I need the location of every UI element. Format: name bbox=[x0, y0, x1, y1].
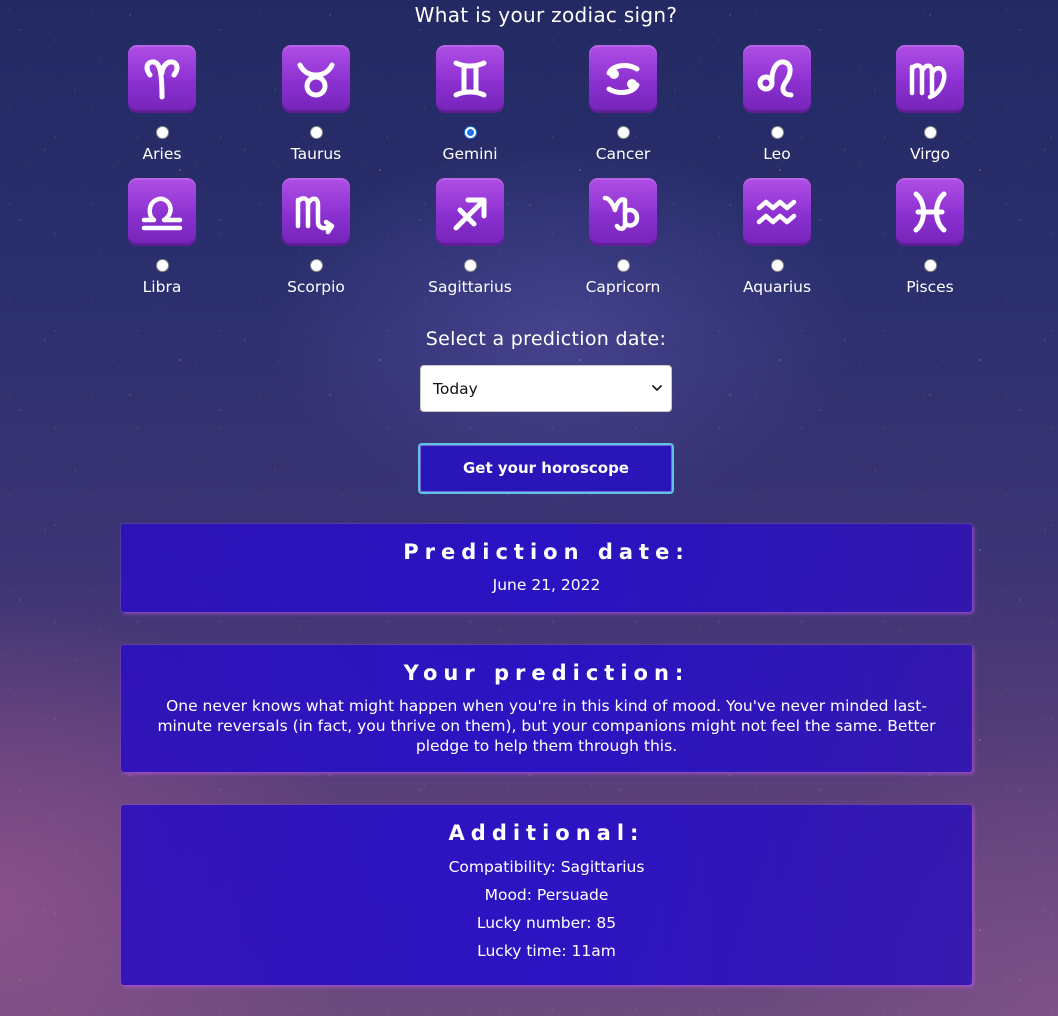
zodiac-option-scorpio[interactable]: Scorpio bbox=[256, 178, 376, 296]
zodiac-label: Pisces bbox=[906, 278, 954, 296]
zodiac-option-pisces[interactable]: Pisces bbox=[870, 178, 990, 296]
zodiac-option-gemini[interactable]: Gemini bbox=[410, 45, 530, 163]
prediction-date-card: Prediction date: June 21, 2022 bbox=[121, 524, 972, 612]
get-horoscope-button[interactable]: Get your horoscope bbox=[418, 443, 674, 494]
sagittarius-icon[interactable] bbox=[436, 178, 504, 246]
additional-card: Additional: Compatibility: Sagittarius M… bbox=[121, 805, 972, 985]
zodiac-radio-virgo[interactable] bbox=[923, 126, 937, 139]
zodiac-radio-taurus[interactable] bbox=[309, 126, 323, 139]
zodiac-label: Aries bbox=[142, 145, 182, 163]
mood-text: Mood: Persuade bbox=[484, 886, 609, 904]
zodiac-option-virgo[interactable]: Virgo bbox=[870, 45, 990, 163]
zodiac-radio-cancer[interactable] bbox=[616, 126, 630, 139]
lucky-time-text: Lucky time: 11am bbox=[477, 942, 616, 960]
zodiac-option-aquarius[interactable]: Aquarius bbox=[717, 178, 837, 296]
zodiac-label: Gemini bbox=[442, 145, 498, 163]
zodiac-label: Cancer bbox=[595, 145, 651, 163]
gemini-icon[interactable] bbox=[436, 45, 504, 113]
zodiac-label: Scorpio bbox=[287, 278, 345, 296]
zodiac-label: Libra bbox=[142, 278, 182, 296]
zodiac-option-libra[interactable]: Libra bbox=[102, 178, 222, 296]
zodiac-radio-capricorn[interactable] bbox=[616, 259, 630, 272]
zodiac-radio-aquarius[interactable] bbox=[770, 259, 784, 272]
zodiac-question: What is your zodiac sign? bbox=[414, 3, 678, 27]
zodiac-label: Aquarius bbox=[742, 278, 812, 296]
zodiac-option-leo[interactable]: Leo bbox=[717, 45, 837, 163]
leo-icon[interactable] bbox=[743, 45, 811, 113]
zodiac-label: Leo bbox=[763, 145, 791, 163]
prediction-text: One never knows what might happen when y… bbox=[157, 697, 936, 755]
zodiac-label: Virgo bbox=[910, 145, 950, 163]
zodiac-radio-libra[interactable] bbox=[155, 259, 169, 272]
virgo-icon[interactable] bbox=[896, 45, 964, 113]
additional-heading: Additional: bbox=[448, 821, 645, 845]
zodiac-label: Taurus bbox=[290, 145, 342, 163]
prediction-date-heading: Prediction date: bbox=[403, 540, 690, 564]
zodiac-radio-aries[interactable] bbox=[155, 126, 169, 139]
zodiac-option-aries[interactable]: Aries bbox=[102, 45, 222, 163]
libra-icon[interactable] bbox=[128, 178, 196, 246]
capricorn-icon[interactable] bbox=[589, 178, 657, 246]
pisces-icon[interactable] bbox=[896, 178, 964, 246]
zodiac-radio-gemini[interactable] bbox=[463, 126, 477, 139]
prediction-date-select[interactable]: Today bbox=[420, 365, 672, 412]
cancer-icon[interactable] bbox=[589, 45, 657, 113]
scorpio-icon[interactable] bbox=[282, 178, 350, 246]
chevron-down-icon bbox=[652, 385, 662, 391]
zodiac-option-capricorn[interactable]: Capricorn bbox=[563, 178, 683, 296]
aries-icon[interactable] bbox=[128, 45, 196, 113]
prediction-card: Your prediction: One never knows what mi… bbox=[121, 645, 972, 772]
zodiac-label: Capricorn bbox=[585, 278, 661, 296]
horoscope-form: What is your zodiac sign? Aries Taurus Gem… bbox=[0, 0, 1058, 1016]
prediction-heading: Your prediction: bbox=[403, 661, 690, 685]
zodiac-option-taurus[interactable]: Taurus bbox=[256, 45, 376, 163]
date-select-label: Select a prediction date: bbox=[425, 328, 667, 350]
prediction-date-value: June 21, 2022 bbox=[492, 576, 601, 594]
prediction-date-select-value: Today bbox=[433, 379, 478, 398]
zodiac-radio-scorpio[interactable] bbox=[309, 259, 323, 272]
zodiac-option-cancer[interactable]: Cancer bbox=[563, 45, 683, 163]
zodiac-radio-pisces[interactable] bbox=[923, 259, 937, 272]
aquarius-icon[interactable] bbox=[743, 178, 811, 246]
zodiac-radio-sagittarius[interactable] bbox=[463, 259, 477, 272]
zodiac-radio-leo[interactable] bbox=[770, 126, 784, 139]
taurus-icon[interactable] bbox=[282, 45, 350, 113]
zodiac-option-sagittarius[interactable]: Sagittarius bbox=[410, 178, 530, 296]
compatibility-text: Compatibility: Sagittarius bbox=[448, 858, 645, 876]
lucky-number-text: Lucky number: 85 bbox=[476, 914, 617, 932]
zodiac-label: Sagittarius bbox=[428, 278, 512, 296]
